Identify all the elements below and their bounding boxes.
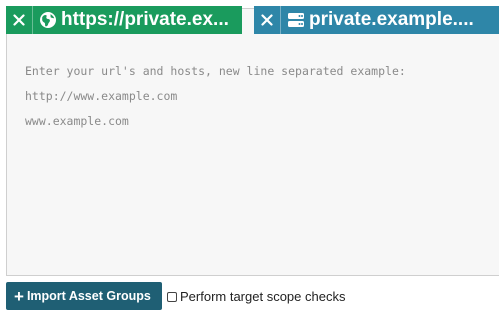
plus-icon: +: [14, 286, 24, 306]
scope-check-checkbox[interactable]: [167, 291, 177, 302]
import-asset-groups-button[interactable]: + Import Asset Groups: [6, 282, 162, 310]
scope-check-label: Perform target scope checks: [180, 289, 346, 304]
placeholder-line-3: www.example.com: [25, 114, 129, 128]
scope-check-option[interactable]: Perform target scope checks: [167, 289, 345, 304]
textarea-placeholder: Enter your url's and hosts, new line sep…: [25, 65, 406, 140]
target-chip-url: https://private.ex...: [6, 6, 242, 34]
placeholder-line-1: Enter your url's and hosts, new line sep…: [25, 64, 406, 78]
server-icon: [285, 6, 307, 34]
close-icon[interactable]: [254, 6, 281, 34]
placeholder-line-2: http://www.example.com: [25, 89, 178, 103]
close-icon[interactable]: [6, 6, 33, 34]
globe-icon: [37, 6, 59, 34]
target-chip-host: private.example....: [254, 6, 499, 34]
chip-label: private.example....: [309, 9, 474, 30]
import-button-label: Import Asset Groups: [26, 289, 151, 303]
targets-textarea[interactable]: Enter your url's and hosts, new line sep…: [6, 8, 499, 276]
chip-label: https://private.ex...: [61, 9, 229, 30]
